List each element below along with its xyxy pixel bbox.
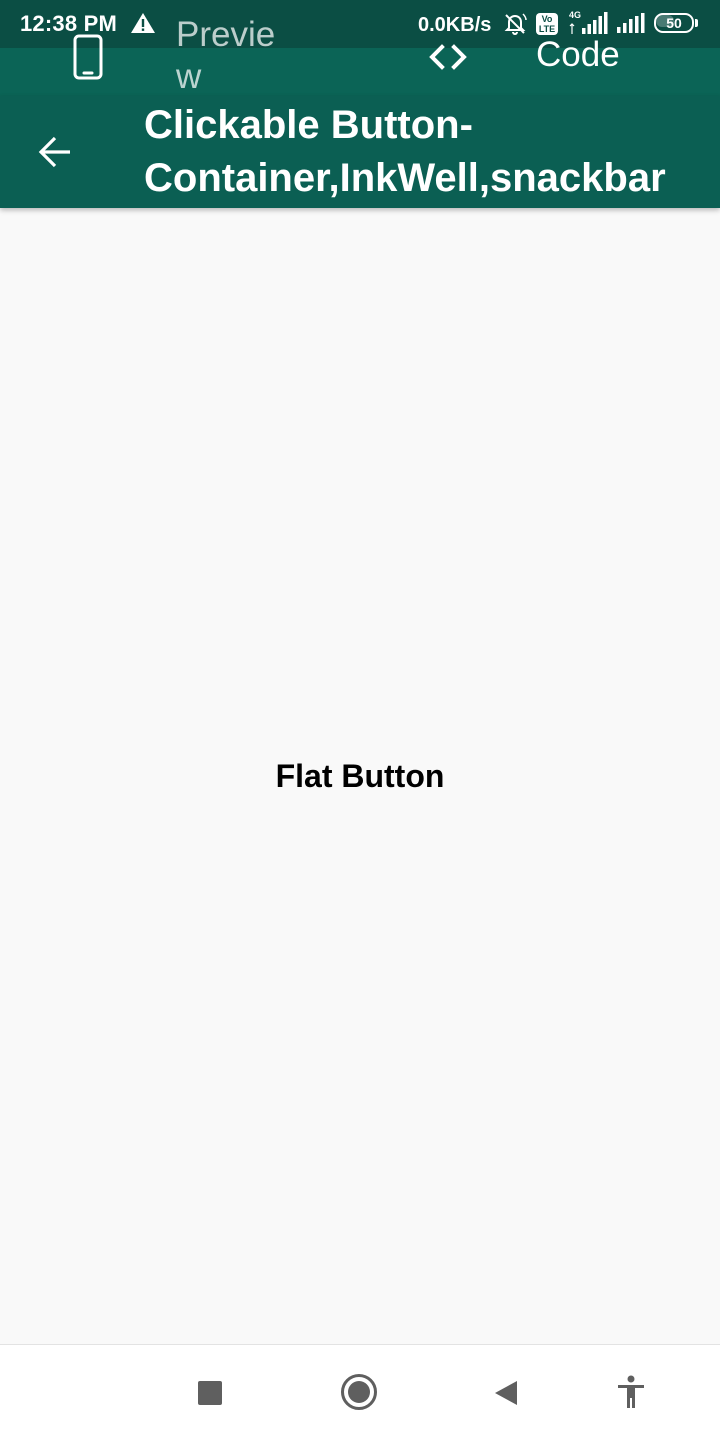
screen: 12:38 PM 0.0KB/s Vo LTE 4G 50 Preview Co…	[0, 0, 720, 1440]
tab-code-label: Code	[536, 35, 620, 74]
app-bar: Clickable Button-Container,InkWell,snack…	[0, 96, 720, 208]
recents-icon[interactable]	[198, 1381, 222, 1405]
code-brackets-icon	[429, 44, 467, 70]
battery-icon: 50	[654, 13, 700, 35]
tab-strip: Preview Code	[0, 15, 720, 96]
battery-nub	[695, 19, 698, 27]
arrow-back-icon	[38, 136, 70, 168]
navigation-bar	[0, 1344, 720, 1440]
tab-code[interactable]: Code	[360, 35, 720, 96]
battery-level: 50	[654, 13, 694, 33]
signal-icon	[617, 13, 645, 33]
home-icon[interactable]	[340, 1373, 378, 1411]
bell-muted-icon	[504, 13, 527, 36]
volte-label: Vo LTE	[538, 14, 556, 34]
network-type-label: 4G	[569, 10, 581, 20]
phone-icon	[73, 34, 103, 80]
warning-icon	[131, 13, 155, 33]
flat-button[interactable]: Flat Button	[230, 748, 490, 804]
back-button[interactable]	[28, 124, 84, 180]
network-speed: 0.0KB/s	[418, 14, 492, 36]
volte-icon: Vo LTE	[536, 13, 558, 35]
tab-preview[interactable]: Preview	[0, 15, 360, 96]
accessibility-icon[interactable]	[616, 1375, 646, 1409]
signal-4g-icon: 4G	[569, 10, 608, 34]
back-triangle-icon[interactable]	[493, 1379, 519, 1407]
tab-preview-label: Preview	[176, 15, 276, 96]
content-area: Flat Button	[0, 208, 720, 1344]
page-title: Clickable Button-Container,InkWell,snack…	[144, 103, 666, 200]
